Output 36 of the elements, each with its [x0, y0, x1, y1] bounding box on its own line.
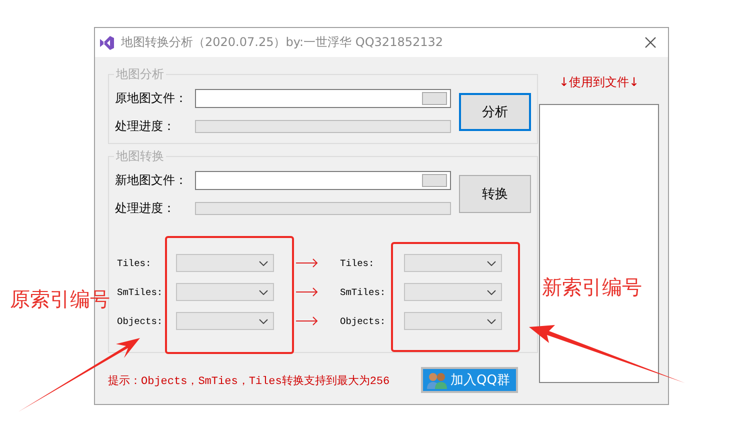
action-button[interactable]: 分析 — [459, 93, 531, 131]
chevron-down-icon — [487, 290, 496, 294]
logo-icon — [99, 34, 115, 50]
arrow-icon — [296, 287, 318, 297]
combo-label: Tiles: — [340, 258, 376, 268]
browse-button[interactable] — [422, 174, 447, 187]
hint-text: 提示：Objects，SmTies，Tiles转换支持到最大为256 — [108, 374, 390, 388]
combo-label: Objects: — [117, 316, 164, 326]
chevron-down-icon — [487, 260, 496, 266]
field-label: 新地图文件： — [115, 172, 187, 189]
annotation-label: 原索引编号 — [10, 286, 110, 313]
field-label: 处理进度： — [115, 200, 176, 217]
chevron-down-icon — [259, 290, 268, 294]
group-title: 地图分析 — [115, 66, 165, 83]
browse-button[interactable] — [422, 92, 447, 105]
field-label: 原地图文件： — [115, 90, 187, 107]
combo-label: Objects: — [340, 316, 387, 326]
close-icon — [645, 37, 656, 48]
list-caption: ↓使用到文件↓ — [558, 74, 640, 91]
combo-label: SmTiles: — [340, 286, 387, 298]
chevron-down-icon — [259, 260, 268, 266]
combo-label: Tiles: — [117, 258, 152, 268]
file-list[interactable] — [539, 104, 659, 383]
combo-label: SmTiles: — [117, 286, 164, 298]
field-label: 处理进度： — [115, 118, 176, 135]
annotation-label: 新索引编号 — [542, 274, 642, 301]
file-path-field[interactable] — [195, 171, 451, 190]
people-icon — [426, 371, 447, 389]
group-title: 地图转换 — [115, 148, 165, 165]
file-path-field[interactable] — [195, 89, 451, 108]
chevron-down-icon — [487, 318, 496, 324]
arrow-icon — [296, 258, 318, 268]
chevron-down-icon — [259, 318, 268, 324]
arrow-icon — [296, 316, 318, 326]
window-title: 地图转换分析（2020.07.25）by:一世浮华 QQ321852132 — [121, 34, 444, 51]
action-button[interactable]: 转换 — [459, 175, 531, 213]
